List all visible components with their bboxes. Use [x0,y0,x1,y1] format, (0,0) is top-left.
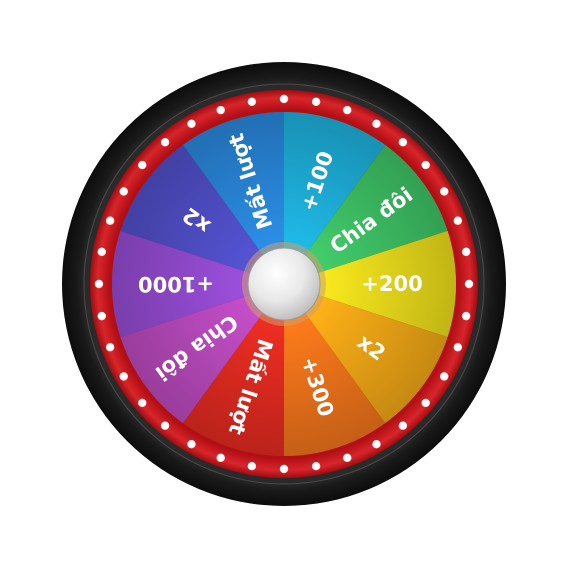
ring-bulb [343,453,352,463]
ring-bulb [138,160,147,170]
wheel-segment-label: +200 [361,272,422,296]
ring-bulb [421,160,430,170]
ring-bulb [372,119,381,128]
ring-bulb [343,105,352,115]
ring-bulb [187,119,196,128]
ring-bulb [160,138,170,147]
ring-bulb [105,343,115,352]
ring-bulb [440,372,449,381]
ring-bulb [94,279,104,289]
ring-bulb [398,421,408,430]
ring-bulb [119,187,128,196]
ring-bulb [279,464,289,474]
ring-bulb [464,279,474,289]
ring-bulb [247,97,257,107]
ring-bulb [421,398,430,408]
ring-bulb [105,216,115,225]
ring-bulb [311,461,321,471]
wheel-segment-label: +1000 [138,272,214,296]
ring-bulb [440,187,449,196]
ring-bulb [461,311,471,321]
center-hub-button[interactable] [247,247,321,321]
ring-bulb [187,440,196,449]
ring-bulb [160,421,170,430]
ring-bulb [372,440,381,449]
spin-wheel-game: +100 Chia đôi +200 x2 +300 Mất lượt Chia đôi +1… [0,0,568,568]
ring-bulb [453,216,463,225]
ring-bulb [97,311,107,321]
ring-bulb [97,247,107,257]
ring-bulb [311,97,321,107]
ring-bulb [398,138,408,147]
ring-bulb [216,105,225,115]
ring-bulb [247,461,257,471]
ring-bulb [453,343,463,352]
ring-bulb [279,94,289,104]
prize-wheel[interactable]: +100Chia đôi+200x2+300Mất lượtChia đôi+1… [0,0,568,568]
ring-bulb [119,372,128,381]
ring-bulb [138,398,147,408]
ring-bulb [461,247,471,257]
ring-bulb [216,453,225,463]
